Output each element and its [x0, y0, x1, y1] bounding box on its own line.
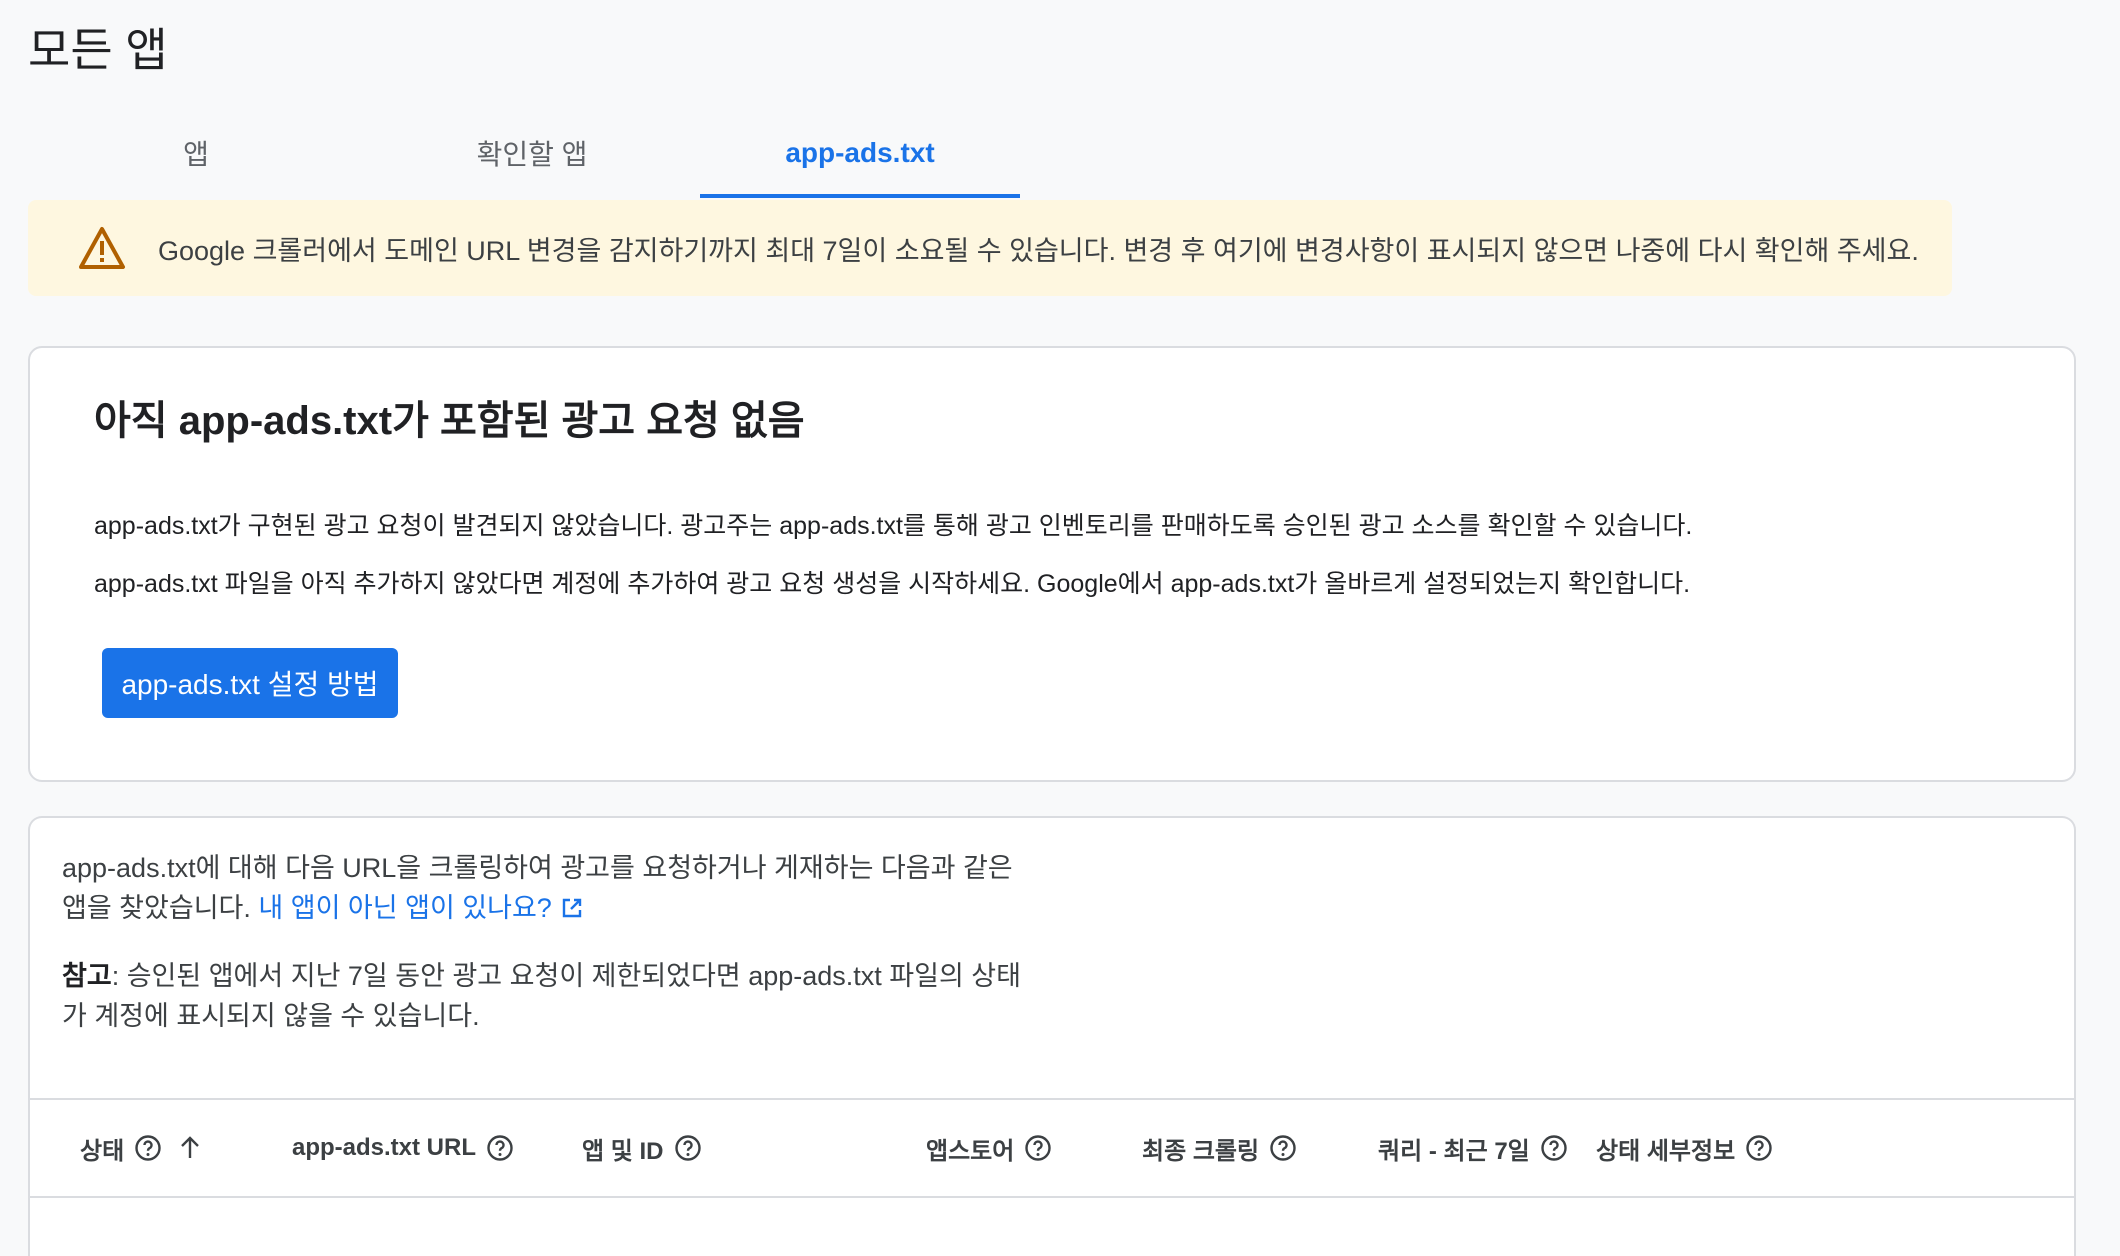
help-icon[interactable] — [674, 1134, 702, 1162]
help-icon[interactable] — [1024, 1134, 1052, 1162]
tab-apps-to-review[interactable]: 확인할 앱 — [364, 108, 700, 198]
column-app-store[interactable]: 앱스토어 — [926, 1100, 1052, 1196]
column-app-ads-url[interactable]: app-ads.txt URL — [292, 1100, 514, 1196]
no-requests-title: 아직 app-ads.txt가 포함된 광고 요청 없음 — [94, 399, 805, 443]
help-icon[interactable] — [134, 1134, 162, 1162]
tab-bar: 앱 확인할 앱 app-ads.txt — [28, 108, 1020, 198]
warning-icon — [79, 227, 125, 269]
warning-banner: Google 크롤러에서 도메인 URL 변경을 감지하기까지 최대 7일이 소… — [28, 200, 1952, 296]
column-queries-last-7-days[interactable]: 쿼리 - 최근 7일 — [1378, 1100, 1568, 1196]
table-header-row: 상태 app-ads.txt URL 앱 및 ID 앱스토어 최종 크롤링 쿼리… — [30, 1100, 2074, 1198]
sort-ascending-icon[interactable] — [176, 1134, 204, 1162]
help-icon[interactable] — [1540, 1134, 1568, 1162]
not-my-app-link[interactable]: 내 앱이 아닌 앱이 있나요? — [258, 893, 583, 923]
help-icon[interactable] — [1269, 1134, 1297, 1162]
column-app-and-id[interactable]: 앱 및 ID — [582, 1100, 702, 1196]
apps-card: app-ads.txt에 대해 다음 URL을 크롤링하여 광고를 요청하거나 … — [28, 816, 2076, 1256]
note-label: 참고 — [62, 961, 112, 991]
no-requests-card: 아직 app-ads.txt가 포함된 광고 요청 없음 app-ads.txt… — [28, 346, 2076, 782]
open-in-new-icon — [562, 898, 582, 918]
apps-note: 참고: 승인된 앱에서 지난 7일 동안 광고 요청이 제한되었다면 app-a… — [62, 956, 1022, 1036]
help-icon[interactable] — [1745, 1134, 1773, 1162]
apps-intro: app-ads.txt에 대해 다음 URL을 크롤링하여 광고를 요청하거나 … — [62, 848, 1042, 928]
no-requests-instructions: app-ads.txt 파일을 아직 추가하지 않았다면 계정에 추가하여 광고… — [94, 570, 1691, 598]
help-icon[interactable] — [486, 1134, 514, 1162]
tab-app-ads-txt[interactable]: app-ads.txt — [700, 108, 1020, 198]
tab-apps[interactable]: 앱 — [28, 108, 364, 198]
column-status[interactable]: 상태 — [80, 1100, 204, 1196]
no-requests-description: app-ads.txt가 구현된 광고 요청이 발견되지 않았습니다. 광고주는… — [94, 512, 1693, 540]
page-title: 모든 앱 — [28, 24, 168, 76]
note-text: : 승인된 앱에서 지난 7일 동안 광고 요청이 제한되었다면 app-ads… — [62, 961, 1021, 1031]
column-status-details[interactable]: 상태 세부정보 — [1596, 1100, 1773, 1196]
warning-text: Google 크롤러에서 도메인 URL 변경을 감지하기까지 최대 7일이 소… — [158, 235, 1919, 266]
column-last-crawled[interactable]: 최종 크롤링 — [1142, 1100, 1297, 1196]
setup-guide-button[interactable]: app-ads.txt 설정 방법 — [102, 648, 398, 718]
